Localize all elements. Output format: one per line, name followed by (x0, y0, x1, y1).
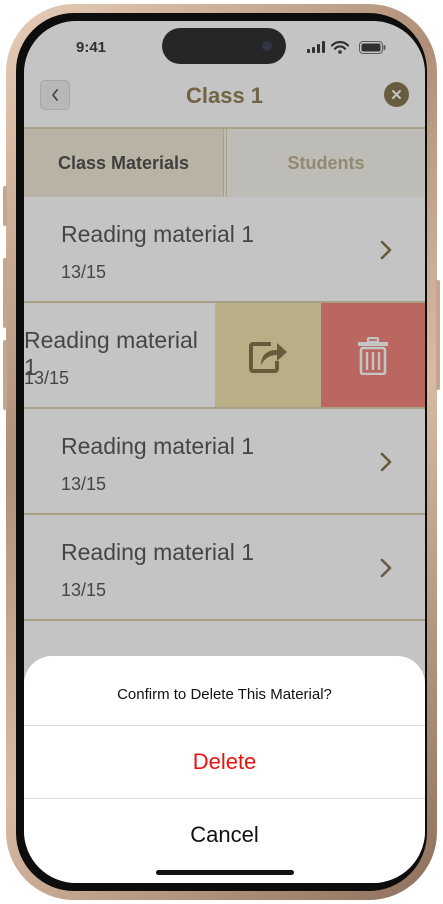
screen: 9:41 Class 1 Class Materials Students Re… (24, 21, 425, 883)
side-button (3, 340, 7, 410)
confirm-delete-button[interactable]: Delete (24, 726, 425, 798)
home-indicator[interactable] (156, 870, 294, 875)
side-button (436, 280, 440, 390)
sheet-title: Confirm to Delete This Material? (117, 686, 332, 703)
side-button (3, 186, 7, 226)
side-button (3, 258, 7, 328)
confirm-delete-sheet: Confirm to Delete This Material? Delete … (24, 656, 425, 883)
cancel-button[interactable]: Cancel (24, 799, 425, 871)
